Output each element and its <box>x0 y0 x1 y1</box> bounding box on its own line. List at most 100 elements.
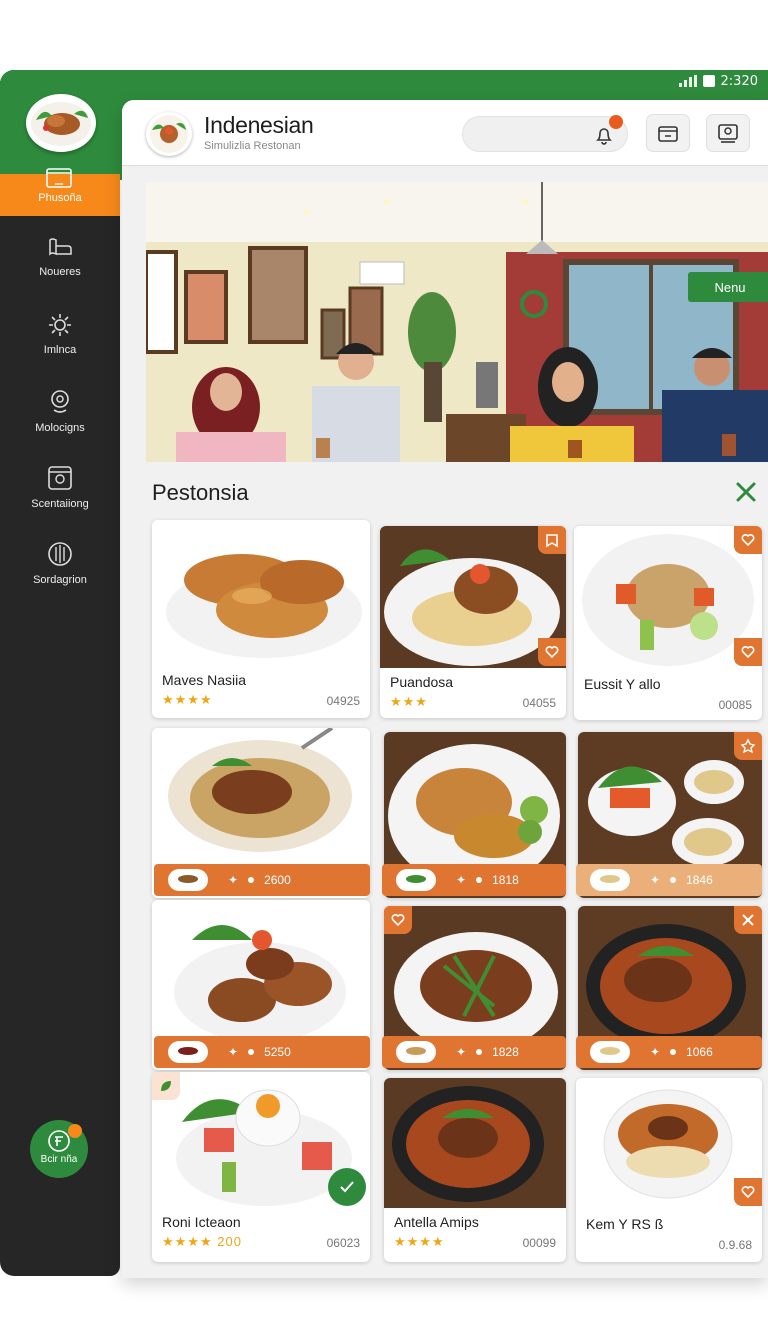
price-value: 1846 <box>686 873 713 887</box>
menu-card[interactable]: Kem Y RS ß 0.9.68 <box>576 1078 762 1262</box>
dish-extra: 200 <box>217 1234 242 1249</box>
bowl-icon <box>590 1041 630 1063</box>
dish-rating: ★★★★ <box>394 1234 445 1249</box>
dish-number: 00085 <box>718 698 752 712</box>
cart-button[interactable]: Bcir nña <box>30 1120 88 1178</box>
diamond-icon: ✦ <box>456 1045 467 1059</box>
close-icon[interactable] <box>734 480 758 504</box>
favorite-tag[interactable] <box>734 732 762 760</box>
search-bar[interactable] <box>462 115 628 152</box>
heart-icon <box>741 1186 755 1199</box>
main-panel: Indenesian Simulizlia Restonan Nenu Pest… <box>122 100 768 1278</box>
diamond-icon: ✦ <box>228 873 239 887</box>
notification-badge <box>609 115 623 129</box>
dot-icon <box>476 1049 483 1055</box>
price-bar[interactable]: ✦ 1846 <box>576 864 762 896</box>
add-button[interactable] <box>328 1168 366 1206</box>
menu-book-icon <box>49 238 72 256</box>
brand-logo <box>146 112 192 156</box>
restaurant-logo[interactable] <box>26 94 96 152</box>
menu-card[interactable]: Antella Amips ★★★★ 00099 <box>384 1078 566 1262</box>
section-title: Pestonsia <box>152 480 249 505</box>
heart-icon <box>545 646 559 659</box>
location-pin-icon <box>51 390 69 413</box>
dot-icon <box>670 877 677 883</box>
check-icon <box>340 1181 354 1193</box>
dish-image <box>384 1078 566 1208</box>
star-icon <box>740 738 756 754</box>
sidebar-item-molocigns[interactable]: Molocigns <box>0 388 120 448</box>
dot-icon <box>670 1049 677 1055</box>
price-bar[interactable]: ✦ 2600 <box>154 864 370 896</box>
sidebar-item-label: Phusoña <box>38 192 82 204</box>
sidebar-item-label: Noueres <box>39 266 81 278</box>
dish-rating: ★★★ <box>390 694 428 709</box>
price-value: 1818 <box>492 873 519 887</box>
bowl-icon <box>396 869 436 891</box>
status-time: 2:320 <box>720 73 758 89</box>
sidebar-item-active[interactable]: Phusoña <box>0 168 120 216</box>
price-bar[interactable]: ✦ 1066 <box>576 1036 762 1068</box>
sidebar-item-label: Molocigns <box>35 422 85 434</box>
dish-number: 04925 <box>326 694 360 708</box>
bowl-icon <box>168 1041 208 1063</box>
price-bar[interactable]: ✦ 1828 <box>382 1036 566 1068</box>
page-subtitle: Simulizlia Restonan <box>204 140 301 152</box>
menu-card[interactable]: Roni Icteaon ★★★★ 200 06023 <box>152 1072 370 1262</box>
favorite-tag[interactable] <box>734 638 762 666</box>
bowl-icon <box>590 869 630 891</box>
sidebar-item-label: Sordagrion <box>33 574 87 586</box>
settings-gear-icon <box>49 314 71 336</box>
diamond-icon: ✦ <box>650 1045 661 1059</box>
header: Indenesian Simulizlia Restonan <box>122 100 768 166</box>
dish-number: 00099 <box>522 1236 556 1250</box>
page-title: Indenesian <box>204 112 314 138</box>
profile-button[interactable] <box>706 114 750 152</box>
sidebar-item-label: Scentaiiong <box>31 498 89 510</box>
sidebar: Phusoña Noueres Imlnca Molocigns Scentai… <box>0 70 120 1276</box>
diamond-icon: ✦ <box>650 873 661 887</box>
menu-button[interactable]: Nenu <box>688 272 768 302</box>
dish-name: Eussit Y allo <box>584 676 661 692</box>
hero-image: Nenu <box>146 182 768 462</box>
favorite-tag[interactable] <box>538 638 566 666</box>
menu-card[interactable]: Eussit Y allo 00085 <box>574 526 762 720</box>
favorite-tag[interactable] <box>734 526 762 554</box>
sidebar-item-scentaiiong[interactable]: Scentaiiong <box>0 464 120 524</box>
bowl-icon <box>168 869 208 891</box>
sidebar-item-sordagrion[interactable]: Sordagrion <box>0 540 120 600</box>
sidebar-item-noueres[interactable]: Noueres <box>0 236 120 296</box>
dish-name: Puandosa <box>390 674 454 690</box>
diamond-icon: ✦ <box>228 1045 239 1059</box>
bookmark-icon <box>546 534 558 548</box>
dot-icon <box>476 877 483 883</box>
tablet-icon <box>46 168 72 188</box>
price-value: 2600 <box>264 873 291 887</box>
close-tag[interactable] <box>734 906 762 934</box>
dish-number: 06023 <box>326 1236 360 1250</box>
favorite-tag[interactable] <box>384 906 412 934</box>
favorite-tag[interactable] <box>538 526 566 554</box>
status-bar: 2:320 <box>678 72 758 90</box>
sidebar-item-imlnca[interactable]: Imlnca <box>0 312 120 372</box>
store-icon <box>658 126 678 142</box>
price-bar[interactable]: ✦ 5250 <box>154 1036 370 1068</box>
favorite-tag[interactable] <box>152 1072 180 1100</box>
dish-number: 0.9.68 <box>718 1238 752 1252</box>
bowl-icon <box>396 1041 436 1063</box>
dish-name: Roni Icteaon <box>162 1214 241 1230</box>
menu-card[interactable]: Maves Nasiia ★★★★ 04925 <box>152 520 370 718</box>
store-button[interactable] <box>646 114 690 152</box>
close-icon <box>742 914 754 926</box>
dish-image <box>152 520 370 666</box>
dot-icon <box>248 877 255 883</box>
heart-icon <box>741 534 755 547</box>
price-value: 1066 <box>686 1045 713 1059</box>
price-bar[interactable]: ✦ 1818 <box>382 864 566 896</box>
cart-badge <box>68 1124 82 1138</box>
dish-number: 04055 <box>522 696 556 710</box>
favorite-tag[interactable] <box>734 1178 762 1206</box>
user-icon <box>718 124 738 143</box>
leaf-icon <box>161 1081 171 1091</box>
menu-card[interactable]: Puandosa ★★★ 04055 <box>380 526 566 718</box>
